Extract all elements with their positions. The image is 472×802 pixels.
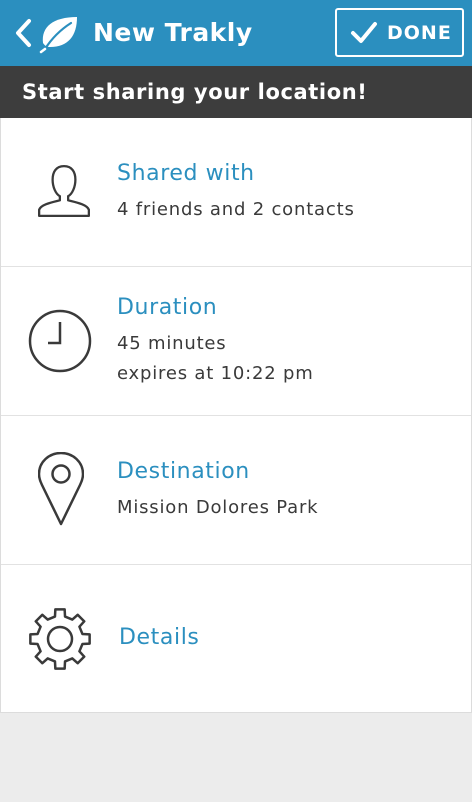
chevron-left-icon[interactable] [12, 15, 34, 51]
row-details[interactable]: Details [1, 564, 471, 713]
row-subtitle: Mission Dolores Park [117, 497, 319, 518]
status-banner: Start sharing your location! [0, 66, 472, 118]
leaf-icon [39, 17, 77, 54]
done-button[interactable]: DONE [335, 8, 464, 57]
row-title: Details [119, 625, 200, 650]
clock-icon [28, 309, 92, 373]
row-subtitle: 45 minutes [117, 333, 227, 354]
row-duration[interactable]: Duration 45 minutes expires at 10:22 pm [1, 266, 471, 415]
banner-text: Start sharing your location! [22, 80, 368, 104]
settings-card: Shared with 4 friends and 2 contacts Dur… [0, 118, 472, 713]
gear-icon [29, 608, 91, 670]
row-subtitle: 4 friends and 2 contacts [117, 199, 355, 220]
location-pin-icon [38, 452, 84, 526]
row-title: Shared with [117, 161, 255, 186]
row-title: Destination [117, 459, 250, 484]
app-title: New Trakly [93, 18, 253, 47]
row-subtitle-expiry: expires at 10:22 pm [117, 363, 314, 384]
row-shared-with[interactable]: Shared with 4 friends and 2 contacts [1, 118, 471, 266]
done-label: DONE [387, 22, 452, 44]
checkmark-icon [351, 22, 377, 43]
row-destination[interactable]: Destination Mission Dolores Park [1, 415, 471, 564]
row-title: Duration [117, 295, 218, 320]
top-bar: New Trakly DONE [0, 0, 472, 66]
person-icon [38, 165, 90, 217]
